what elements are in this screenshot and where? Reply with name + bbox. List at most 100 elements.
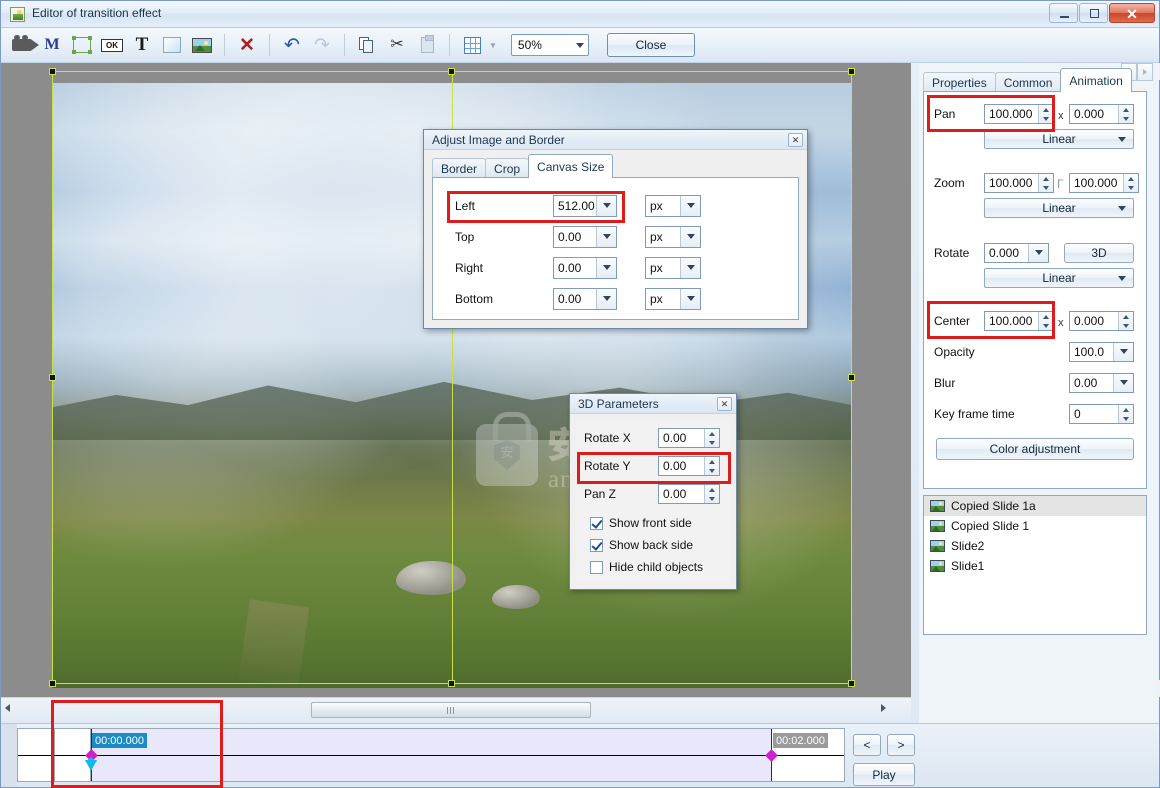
- zoom-y-input[interactable]: 100.000: [1069, 173, 1139, 193]
- chevron-down-icon: [1118, 276, 1126, 281]
- insert-image-icon[interactable]: [188, 31, 216, 59]
- color-adjustment-button[interactable]: Color adjustment: [936, 438, 1134, 460]
- canvas-horizontal-scrollbar[interactable]: [1, 697, 911, 721]
- canvas-bottom-dropdown-arrow[interactable]: [596, 289, 616, 309]
- list-item[interactable]: Copied Slide 1a: [924, 496, 1146, 516]
- chevron-down-icon[interactable]: [680, 196, 700, 216]
- mask-m-label: M: [44, 36, 60, 53]
- center-x-spinner[interactable]: [1038, 312, 1053, 330]
- rotate-x-spinner[interactable]: [704, 429, 719, 447]
- tab-border[interactable]: Border: [432, 158, 487, 178]
- close-editor-button[interactable]: Close: [606, 33, 695, 57]
- canvas-left-unit[interactable]: px: [645, 195, 701, 217]
- hide-child-objects-checkbox[interactable]: Hide child objects: [590, 560, 703, 574]
- show-front-side-checkbox[interactable]: Show front side: [590, 516, 703, 530]
- grid-dropdown-arrow[interactable]: ▼: [489, 41, 497, 50]
- keyframe-time-input[interactable]: 0: [1069, 404, 1134, 424]
- pan-y-spinner[interactable]: [1118, 105, 1133, 123]
- application-window: Editor of transition effect ✕ M OK T ✕ ↶…: [0, 0, 1160, 788]
- button-ok-label: OK: [101, 38, 123, 52]
- grid-icon[interactable]: [458, 31, 486, 59]
- play-button[interactable]: Play: [853, 763, 915, 786]
- chevron-down-icon[interactable]: [680, 258, 700, 278]
- chevron-down-icon[interactable]: [680, 227, 700, 247]
- rotate-dropdown-arrow[interactable]: [1028, 244, 1048, 262]
- canvas-left-input[interactable]: 512.00: [553, 195, 617, 217]
- rectangle-tool-icon[interactable]: [158, 31, 186, 59]
- video-camera-icon[interactable]: [8, 31, 39, 59]
- pan-easing-dropdown[interactable]: Linear: [984, 129, 1134, 149]
- close-window-button[interactable]: ✕: [1109, 3, 1155, 23]
- delete-icon[interactable]: ✕: [233, 31, 261, 59]
- zoom-link-icon[interactable]: Γ: [1057, 177, 1064, 191]
- zoom-x-input[interactable]: 100.000: [984, 173, 1054, 193]
- rotate-y-spinner[interactable]: [704, 457, 719, 475]
- center-y-spinner[interactable]: [1118, 312, 1133, 330]
- zoom-y-spinner[interactable]: [1123, 174, 1138, 192]
- scroll-right-icon[interactable]: [881, 704, 886, 712]
- timeline-next-button[interactable]: >: [887, 734, 915, 756]
- zoom-x-spinner[interactable]: [1038, 174, 1053, 192]
- canvas-left-dropdown-arrow[interactable]: [596, 196, 616, 216]
- center-x-input[interactable]: 100.000: [984, 311, 1054, 331]
- tab-animation[interactable]: Animation: [1060, 68, 1132, 92]
- adjust-image-dialog[interactable]: Adjust Image and Border ✕ Border Crop Ca…: [423, 129, 808, 329]
- slide-thumbnail-icon: [930, 560, 945, 572]
- minimize-button[interactable]: [1049, 3, 1078, 23]
- tab-crop[interactable]: Crop: [485, 158, 530, 178]
- canvas-right-dropdown-arrow[interactable]: [596, 258, 616, 278]
- pan-x-input[interactable]: 100.000: [984, 104, 1054, 124]
- canvas-bottom-unit[interactable]: px: [645, 288, 701, 310]
- keyframe-time-spinner[interactable]: [1118, 405, 1133, 423]
- copy-icon[interactable]: [353, 31, 381, 59]
- list-item[interactable]: Slide1: [924, 556, 1146, 576]
- button-ok-icon[interactable]: OK: [98, 31, 126, 59]
- playhead-marker[interactable]: [85, 760, 97, 771]
- canvas-bottom-input[interactable]: 0.00: [553, 288, 617, 310]
- zoom-easing-dropdown[interactable]: Linear: [984, 198, 1134, 218]
- zoom-level-combo[interactable]: 50%: [510, 34, 589, 56]
- rotate-3d-button[interactable]: 3D: [1064, 243, 1134, 263]
- undo-icon[interactable]: ↶: [278, 31, 306, 59]
- maximize-button[interactable]: [1079, 3, 1108, 23]
- center-y-input[interactable]: 0.000: [1069, 311, 1134, 331]
- selection-frame-icon[interactable]: [68, 31, 96, 59]
- list-item[interactable]: Slide2: [924, 536, 1146, 556]
- canvas-top-input[interactable]: 0.00: [553, 226, 617, 248]
- rotate-input[interactable]: 0.000: [984, 243, 1049, 263]
- canvas-right-unit[interactable]: px: [645, 257, 701, 279]
- slide-list[interactable]: Copied Slide 1a Copied Slide 1 Slide2 Sl…: [923, 495, 1147, 635]
- scroll-left-icon[interactable]: [5, 704, 10, 712]
- canvas-top-dropdown-arrow[interactable]: [596, 227, 616, 247]
- 3d-parameters-dialog[interactable]: 3D Parameters ✕ Rotate X 0.00 Rotate Y 0…: [569, 393, 737, 590]
- blur-dropdown-arrow[interactable]: [1113, 374, 1133, 392]
- adjust-dialog-close-button[interactable]: ✕: [788, 133, 803, 147]
- tab-properties[interactable]: Properties: [923, 72, 996, 92]
- rotate-easing-dropdown[interactable]: Linear: [984, 268, 1134, 288]
- horizontal-scroll-thumb[interactable]: [311, 702, 591, 718]
- pan-y-input[interactable]: 0.000: [1069, 104, 1134, 124]
- cut-icon[interactable]: ✂: [383, 31, 411, 59]
- text-tool-icon[interactable]: T: [128, 31, 156, 59]
- panel-next-button[interactable]: [1137, 63, 1153, 81]
- show-back-side-checkbox[interactable]: Show back side: [590, 538, 703, 552]
- pan-x-spinner[interactable]: [1038, 105, 1053, 123]
- rotate-x-input[interactable]: 0.00: [658, 428, 720, 448]
- opacity-input[interactable]: 100.0: [1069, 342, 1134, 362]
- mask-m-icon[interactable]: M: [38, 31, 66, 59]
- tab-canvas-size[interactable]: Canvas Size: [528, 154, 614, 178]
- list-item[interactable]: Copied Slide 1: [924, 516, 1146, 536]
- timeline-track[interactable]: 00:00.000 00:02.000: [17, 728, 845, 782]
- opacity-dropdown-arrow[interactable]: [1113, 343, 1133, 361]
- rotate-y-label: Rotate Y: [584, 459, 631, 473]
- canvas-right-input[interactable]: 0.00: [553, 257, 617, 279]
- timeline-prev-button[interactable]: <: [853, 734, 881, 756]
- params-dialog-close-button[interactable]: ✕: [717, 397, 732, 411]
- rotate-y-input[interactable]: 0.00: [658, 456, 720, 476]
- tab-common[interactable]: Common: [994, 72, 1062, 92]
- blur-input[interactable]: 0.00: [1069, 373, 1134, 393]
- canvas-top-unit[interactable]: px: [645, 226, 701, 248]
- chevron-down-icon[interactable]: [680, 289, 700, 309]
- pan-z-input[interactable]: 0.00: [658, 484, 720, 504]
- pan-z-spinner[interactable]: [704, 485, 719, 503]
